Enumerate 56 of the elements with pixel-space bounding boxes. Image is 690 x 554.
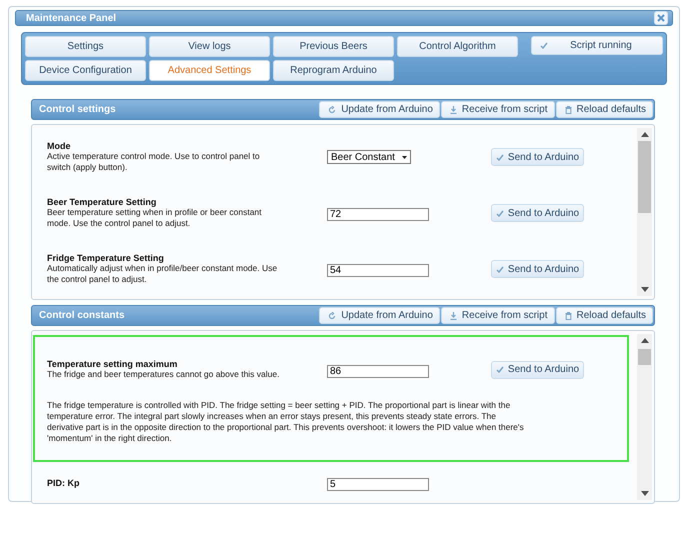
setting-title: PID: Kp [47, 478, 80, 488]
send-button[interactable]: Send to Arduino [491, 204, 584, 222]
scroll-up-arrow-icon[interactable] [640, 338, 648, 343]
check-icon [496, 366, 504, 373]
script-status-button[interactable]: Script running [531, 36, 663, 55]
send-button[interactable]: Send to Arduino [491, 260, 584, 278]
tab[interactable]: Control Algorithm [397, 36, 518, 57]
check-icon [496, 266, 504, 272]
check-icon [540, 42, 548, 49]
check-icon [496, 210, 504, 216]
scroll-up-arrow-icon[interactable] [640, 132, 648, 137]
toolbar-button[interactable]: Receive from script [440, 307, 554, 324]
trash-icon [564, 312, 572, 320]
setting-description: Automatically adjust when in profile/beer constant mode. Use the control panel to adjust. [47, 263, 278, 285]
tab[interactable]: Reprogram Arduino [273, 60, 394, 81]
refresh-icon [328, 312, 336, 320]
setting-title: Mode [47, 141, 72, 151]
section-title: Control settings [39, 104, 116, 115]
setting-title: Beer Temperature Setting [47, 197, 158, 207]
download-icon [450, 106, 457, 114]
setting-title: Fridge Temperature Setting [47, 253, 165, 263]
scrollbar[interactable] [637, 128, 652, 296]
scrollbar-thumb[interactable] [638, 349, 651, 365]
pid-explanation: The fridge temperature is controlled with PID. The fridge setting = beer setting + PID. The proportional part is linear with the temperature error. The integral part slowly increases when an error stays present, this prevents steady state errors. The derivative part is in the opposite direction to the proportional part. This prevents overshoot: it lowers the PID value when there's 'momentum' in the right direction. [47, 400, 525, 444]
input-field[interactable]: 86 [327, 364, 429, 378]
tab[interactable]: Settings [25, 36, 146, 57]
toolbar-button[interactable]: Update from Arduino [319, 307, 440, 324]
caret-icon [402, 156, 407, 158]
send-button[interactable]: Send to Arduino [491, 148, 584, 166]
toolbar-button[interactable]: Update from Arduino [319, 101, 440, 118]
input-field[interactable]: 72 [327, 208, 429, 221]
section-title: Control constants [39, 310, 125, 321]
toolbar-button[interactable]: Reload defaults [556, 101, 653, 118]
toolbar-button[interactable]: Receive from script [440, 101, 554, 118]
tab[interactable]: Device Configuration [25, 60, 146, 81]
scroll-down-arrow-icon[interactable] [640, 491, 648, 496]
setting-description: Active temperature control mode. Use to control panel to switch (apply button). [47, 151, 261, 173]
setting-description: Beer temperature setting when in profile or beer constant mode. Use the control panel to adjust. [47, 207, 263, 229]
tab[interactable]: Previous Beers [273, 36, 394, 57]
window-title: Maintenance Panel [26, 12, 116, 24]
scrollbar-thumb[interactable] [638, 141, 651, 213]
toolbar-button[interactable]: Reload defaults [556, 307, 653, 324]
download-icon [450, 312, 457, 320]
setting-description: The fridge and beer temperatures cannot go above this value. [47, 369, 280, 380]
send-button[interactable]: Send to Arduino [491, 360, 584, 378]
close-button[interactable] [654, 11, 668, 25]
scrollbar[interactable] [637, 334, 652, 500]
input-field[interactable]: 5 [327, 478, 429, 491]
check-icon [496, 154, 504, 160]
setting-title: Temperature setting maximum [47, 359, 178, 369]
mode-dropdown[interactable]: Beer Constant [327, 150, 411, 164]
scroll-down-arrow-icon[interactable] [640, 287, 648, 292]
tab[interactable]: View logs [149, 36, 270, 57]
input-field[interactable]: 54 [327, 264, 429, 277]
refresh-icon [328, 106, 336, 114]
trash-icon [564, 106, 572, 114]
